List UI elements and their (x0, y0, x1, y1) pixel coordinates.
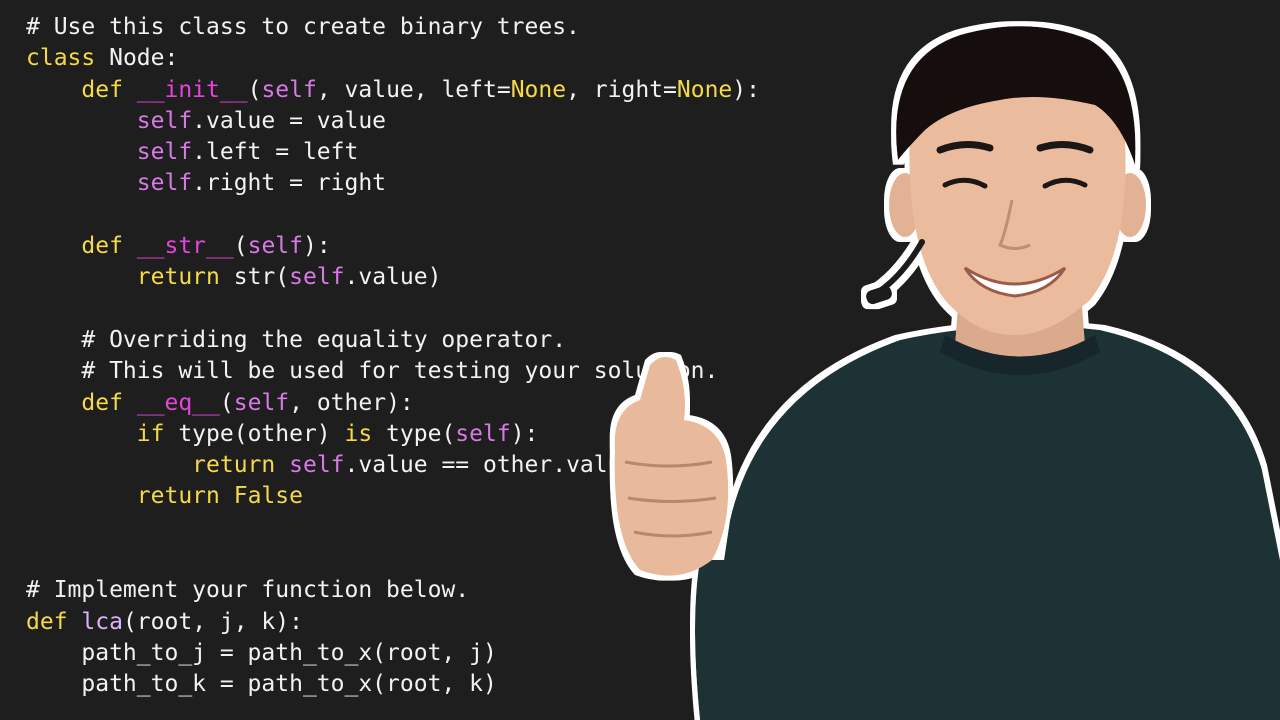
code-token: def (81, 233, 123, 260)
code-token: # Overriding the equality operator. (81, 326, 567, 353)
code-token: ( (247, 76, 262, 103)
code-token: str( (219, 264, 290, 291)
code-token: return (136, 483, 220, 510)
code-token: self (136, 107, 193, 134)
code-token: self (247, 233, 303, 260)
code-token: self (136, 139, 193, 166)
code-token: type(other) (164, 420, 345, 447)
code-token: Node: (95, 45, 179, 72)
code-token: .value) (344, 264, 442, 291)
code-token: self (233, 389, 290, 416)
thumbnail-stage: # Use this class to create binary trees.… (0, 0, 1280, 720)
code-token: self (289, 264, 345, 291)
presenter-thumbs-up-icon (614, 26, 1280, 720)
code-token: # Implement your function below. (26, 577, 470, 604)
code-token: self (455, 420, 511, 447)
code-token: __str__ (136, 233, 234, 260)
code-token: __init__ (136, 76, 248, 103)
code-token: ( (233, 233, 248, 260)
code-token: __eq__ (136, 389, 220, 416)
code-token: self (261, 76, 317, 103)
code-token: False (233, 483, 303, 510)
code-token: # Use this class to create binary trees. (26, 14, 580, 40)
code-token: if (136, 420, 165, 447)
code-token: type( (372, 420, 456, 447)
code-token: None (510, 76, 567, 103)
code-token: .value = value (192, 107, 387, 134)
code-token: ): (302, 233, 331, 260)
code-token: path_to_j = path_to_x(root, j) (26, 639, 497, 666)
code-token: def (81, 76, 123, 103)
code-token: (root, j, k): (122, 608, 303, 635)
code-token: def (26, 608, 68, 635)
code-token: self (289, 452, 345, 479)
code-token: , other): (289, 389, 414, 416)
code-token: is (344, 420, 373, 447)
code-token: .right = right (192, 170, 387, 197)
code-token: self (136, 170, 193, 197)
code-token: return (136, 264, 220, 291)
code-token: return (192, 452, 276, 479)
code-token: def (81, 389, 123, 416)
code-token: class (26, 45, 96, 72)
code-token: path_to_k = path_to_x(root, k) (26, 671, 497, 698)
code-token: ( (219, 389, 234, 416)
code-token: lca (81, 608, 123, 635)
code-token: .left = left (192, 139, 359, 166)
code-token: ): (510, 420, 539, 447)
code-token: , value, left= (316, 76, 511, 103)
